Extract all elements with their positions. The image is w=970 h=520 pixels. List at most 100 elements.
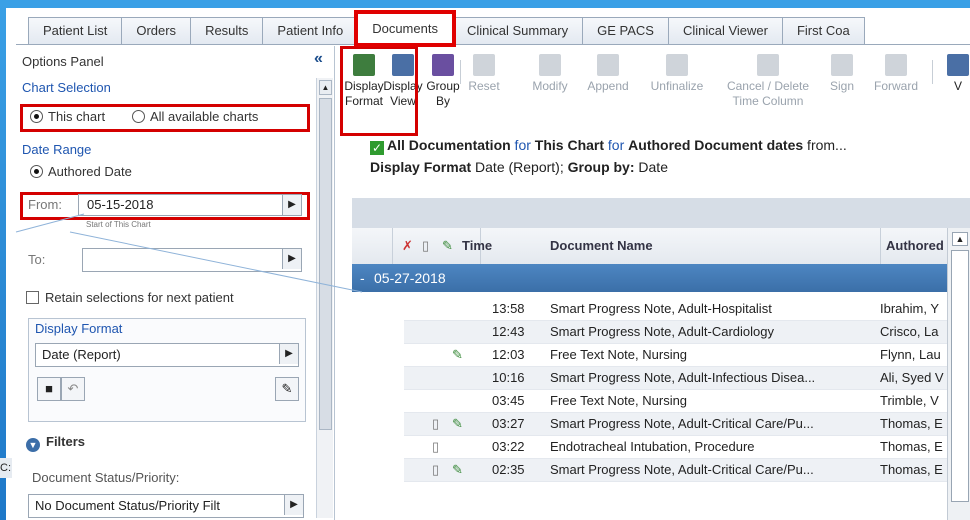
tab-clinical-summary[interactable]: Clinical Summary	[451, 17, 584, 44]
radio-all-charts[interactable]: All available charts	[132, 109, 258, 124]
date-group-row[interactable]: - 05-27-2018	[352, 264, 947, 292]
radio-selected-icon	[30, 110, 43, 123]
row-document-name: Smart Progress Note, Adult-Hospitalist	[550, 301, 772, 316]
toolbar-label: Group	[426, 79, 460, 93]
row-author: Thomas, E	[880, 439, 943, 454]
date-range-heading: Date Range	[22, 142, 92, 157]
doc-status-select[interactable]: No Document Status/Priority Filt ▶	[28, 494, 304, 518]
tab-patient-info[interactable]: Patient Info	[262, 17, 359, 44]
row-author: Ali, Syed V	[880, 370, 944, 385]
table-row[interactable]: ▯ ✎ 03:27 Smart Progress Note, Adult-Critic…	[404, 413, 947, 436]
table-row[interactable]: ✎ 12:03 Free Text Note, Nursing Flynn, Lau	[404, 344, 947, 367]
toolbar-label: Modify	[532, 79, 568, 93]
tab-ge-pacs[interactable]: GE PACS	[582, 17, 669, 44]
append-button[interactable]: Append	[578, 50, 638, 94]
undo-icon[interactable]: ↶	[61, 377, 85, 401]
sign-button[interactable]: Sign	[822, 50, 862, 94]
scroll-up-icon[interactable]: ▲	[319, 80, 332, 95]
row-author: Ibrahim, Y	[880, 301, 940, 316]
tab-bar: Patient List Orders Results Patient Info Doc…	[28, 10, 970, 47]
cancel-delete-button[interactable]: Cancel / Delete Time Column	[714, 50, 822, 109]
radio-authored-date[interactable]: Authored Date	[30, 164, 132, 179]
tab-results[interactable]: Results	[190, 17, 264, 44]
forward-button[interactable]: Forward	[866, 50, 926, 94]
sign-pen-icon: ✎	[452, 347, 463, 362]
table-row[interactable]: 10:16 Smart Progress Note, Adult-Infectio…	[404, 367, 947, 390]
table-row[interactable]: 03:45 Free Text Note, Nursing Trimble, V	[404, 390, 947, 413]
options-panel-scrollbar[interactable]: ▲	[316, 78, 333, 518]
doc-status-dropdown-icon[interactable]: ▶	[284, 495, 303, 515]
grid-scrollbar-thumb[interactable]	[951, 250, 969, 502]
reset-button[interactable]: Reset	[464, 50, 504, 94]
display-format-select[interactable]: Date (Report) ▶	[35, 343, 299, 367]
toolbar-separator	[932, 60, 933, 84]
row-time: 13:58	[492, 301, 525, 316]
display-format-dropdown-icon[interactable]: ▶	[279, 344, 298, 364]
tab-orders[interactable]: Orders	[121, 17, 192, 44]
group-collapse-toggle[interactable]: -	[360, 264, 365, 292]
document-icon: ▯	[422, 238, 430, 253]
retain-selections-label: Retain selections for next patient	[45, 290, 234, 305]
from-date-picker-icon[interactable]: ▶	[282, 195, 301, 215]
delete-doc-icon: ✗	[402, 238, 413, 253]
row-author: Thomas, E	[880, 462, 943, 477]
to-label: To:	[28, 252, 46, 267]
toolbar-label: Append	[587, 79, 629, 93]
documentation-summary: ✓ All Documentation for This Chart for Au…	[370, 134, 847, 178]
header-status-icons[interactable]: ✗ ▯ ✎ Time	[392, 228, 492, 264]
toolbar-label: Unfinalize	[650, 79, 704, 93]
scroll-up-icon[interactable]: ▲	[952, 232, 968, 246]
group-by-button[interactable]: Group By	[422, 50, 464, 109]
grid-toolbar-strip	[352, 198, 970, 228]
tab-first-coa[interactable]: First Coa	[781, 17, 865, 44]
chart-selection-heading: Chart Selection	[22, 80, 111, 95]
tab-documents[interactable]: Documents	[354, 10, 456, 47]
save-icon[interactable]: ■	[37, 377, 61, 401]
toolbar-label: Cancel / Delete	[726, 79, 810, 93]
grid-scrollbar[interactable]: ▲	[947, 228, 970, 520]
tab-patient-list[interactable]: Patient List	[28, 17, 123, 44]
forward-icon	[885, 54, 907, 76]
summary-chart: This Chart	[534, 137, 605, 153]
header-authored[interactable]: Authored	[880, 228, 953, 264]
modify-button[interactable]: Modify	[522, 50, 578, 94]
header-document-name[interactable]: Document Name	[542, 228, 881, 264]
row-time: 10:16	[492, 370, 525, 385]
table-row[interactable]: ▯ ✎ 02:35 Smart Progress Note, Adult-Critic…	[404, 459, 947, 482]
table-row[interactable]: 13:58 Smart Progress Note, Adult-Hospital…	[404, 298, 947, 321]
cancel-delete-icon	[757, 54, 779, 76]
row-author: Crisco, La	[880, 324, 939, 339]
radio-all-charts-label: All available charts	[150, 109, 259, 124]
summary-line-1: ✓ All Documentation for This Chart for Au…	[370, 134, 847, 156]
to-date-field[interactable]: ▶	[82, 248, 302, 272]
row-author: Thomas, E	[880, 416, 943, 431]
table-row[interactable]: 12:43 Smart Progress Note, Adult-Cardiolo…	[404, 321, 947, 344]
retain-selections-checkbox[interactable]: Retain selections for next patient	[26, 290, 234, 305]
from-date-value: 05-15-2018	[87, 197, 154, 212]
radio-this-chart[interactable]: This chart	[30, 109, 105, 124]
edit-pencil-icon[interactable]: ✎	[275, 377, 299, 401]
document-toolbar: Display Format Display View Group By Reset Modi…	[342, 50, 970, 130]
tab-clinical-viewer[interactable]: Clinical Viewer	[667, 17, 783, 44]
options-panel: Options Panel « ▲ Chart Selection This c…	[16, 46, 335, 520]
summary-format-value: Date (Report);	[471, 159, 568, 175]
row-time: 02:35	[492, 462, 525, 477]
from-date-field[interactable]: 05-15-2018 ▶	[78, 194, 302, 216]
header-time: Time	[462, 238, 493, 253]
filters-heading[interactable]: ▼ Filters	[26, 434, 85, 452]
row-author: Trimble, V	[880, 393, 939, 408]
unfinalize-icon	[666, 54, 688, 76]
row-document-name: Smart Progress Note, Adult-Infectious Di…	[550, 370, 816, 385]
to-date-picker-icon[interactable]: ▶	[282, 249, 301, 269]
collapse-panel-icon[interactable]: «	[314, 50, 323, 68]
row-time: 12:43	[492, 324, 525, 339]
summary-text: for	[604, 137, 629, 153]
view-button[interactable]: V	[946, 50, 970, 94]
scrollbar-thumb[interactable]	[319, 98, 332, 430]
row-document-name: Free Text Note, Nursing	[550, 347, 688, 362]
table-row[interactable]: ▯ 03:22 Endotracheal Intubation, Procedure…	[404, 436, 947, 459]
grid-header: ✗ ▯ ✎ Time Document Name Authored	[352, 228, 970, 265]
unfinalize-button[interactable]: Unfinalize	[640, 50, 714, 94]
summary-date-type: Authored Document dates	[628, 137, 804, 153]
toolbar-label: Reset	[468, 79, 500, 93]
